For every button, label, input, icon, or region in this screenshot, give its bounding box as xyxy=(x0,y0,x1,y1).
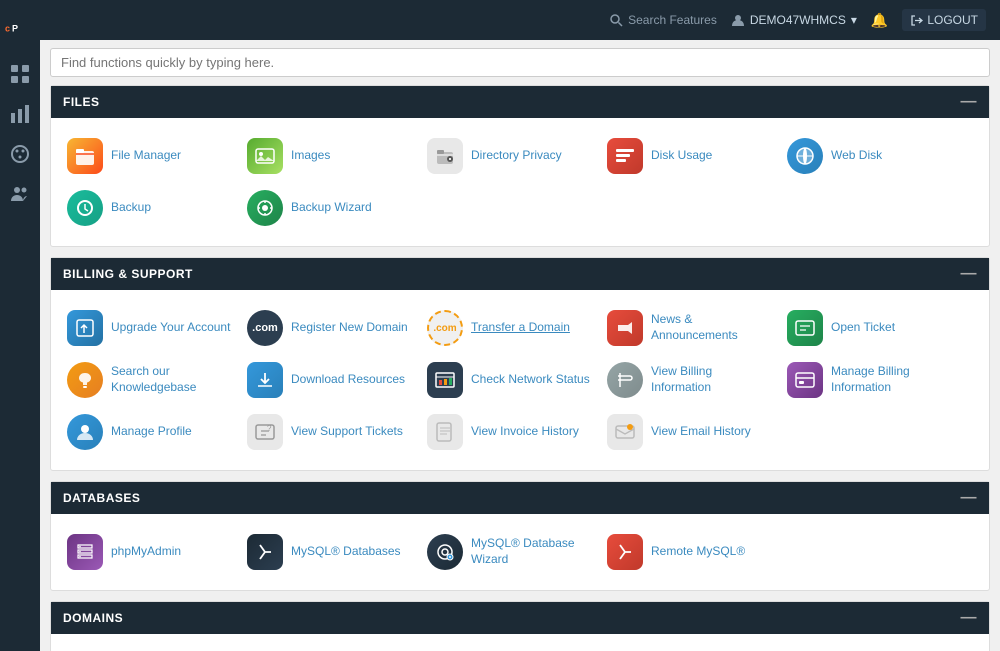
support-tickets-item[interactable]: ? View Support Tickets xyxy=(241,406,421,458)
subdomains-item[interactable]: sub. Subdomains xyxy=(241,646,421,651)
upgrade-account-label: Upgrade Your Account xyxy=(111,320,230,336)
mysql-wizard-item[interactable]: MySQL® Database Wizard xyxy=(421,526,601,578)
remote-mysql-item[interactable]: Remote MySQL® xyxy=(601,526,781,578)
domains-section-header: DOMAINS — xyxy=(51,602,989,634)
email-history-item[interactable]: View Email History xyxy=(601,406,781,458)
svg-text:c: c xyxy=(5,24,10,34)
addon-domains-item[interactable]: .com Addon Domains xyxy=(61,646,241,651)
quick-search-bar xyxy=(40,40,1000,85)
redirects-item[interactable]: .com Redirects xyxy=(601,646,781,651)
domains-section: DOMAINS — .com Addon Domains sub. xyxy=(50,601,990,651)
databases-section: DATABASES — phpMyAdmin MySQL® Databases xyxy=(50,481,990,591)
backup-wizard-label: Backup Wizard xyxy=(291,200,372,216)
zone-editor-item[interactable]: DNS Simple Zone Editor xyxy=(781,646,961,651)
file-manager-label: File Manager xyxy=(111,148,181,164)
disk-usage-label: Disk Usage xyxy=(651,148,712,164)
web-disk-item[interactable]: Web Disk xyxy=(781,130,961,182)
header-user[interactable]: DEMO47WHMCS ▾ xyxy=(731,13,857,27)
sidebar: c P xyxy=(0,0,40,651)
files-section-body: File Manager Images Directory Privacy xyxy=(51,118,989,246)
billing-section-title: BILLING & SUPPORT xyxy=(63,267,193,281)
cpanel-logo: c P xyxy=(2,10,38,46)
register-domain-item[interactable]: .com Register New Domain xyxy=(241,302,421,354)
phpmyadmin-label: phpMyAdmin xyxy=(111,544,181,560)
open-ticket-item[interactable]: Open Ticket xyxy=(781,302,961,354)
files-section-header: FILES — xyxy=(51,86,989,118)
file-manager-item[interactable]: File Manager xyxy=(61,130,241,182)
view-billing-label: View Billing Information xyxy=(651,364,775,395)
invoice-history-label: View Invoice History xyxy=(471,424,579,440)
mysql-label: MySQL® Databases xyxy=(291,544,401,560)
download-resources-item[interactable]: Download Resources xyxy=(241,354,421,406)
header-username: DEMO47WHMCS xyxy=(750,13,846,27)
palette-icon[interactable] xyxy=(4,138,36,170)
transfer-domain-label: Transfer a Domain xyxy=(471,320,570,336)
main-area: Search Features DEMO47WHMCS ▾ 🔔 LOGOUT F… xyxy=(40,0,1000,651)
grid-icon[interactable] xyxy=(4,58,36,90)
header-user-chevron: ▾ xyxy=(851,13,857,27)
billing-collapse-icon[interactable]: — xyxy=(961,265,978,283)
images-item[interactable]: Images xyxy=(241,130,421,182)
svg-text:?: ? xyxy=(267,424,272,433)
header-search[interactable]: Search Features xyxy=(610,13,717,27)
users-icon[interactable] xyxy=(4,178,36,210)
bell-icon[interactable]: 🔔 xyxy=(871,12,888,29)
backup-label: Backup xyxy=(111,200,151,216)
transfer-domain-item[interactable]: .com Transfer a Domain xyxy=(421,302,601,354)
databases-section-title: DATABASES xyxy=(63,491,140,505)
manage-profile-label: Manage Profile xyxy=(111,424,192,440)
header-search-label: Search Features xyxy=(628,13,717,27)
content-area: FILES — File Manager Images xyxy=(40,85,1000,651)
databases-section-body: phpMyAdmin MySQL® Databases MySQL® Datab… xyxy=(51,514,989,590)
svg-text:P: P xyxy=(12,24,18,34)
manage-billing-label: Manage Billing Information xyxy=(831,364,955,395)
news-announcements-item[interactable]: News & Announcements xyxy=(601,302,781,354)
news-label: News & Announcements xyxy=(651,312,775,343)
knowledgebase-label: Search our Knowledgebase xyxy=(111,364,235,395)
register-domain-label: Register New Domain xyxy=(291,320,408,336)
quick-search-input[interactable] xyxy=(50,48,990,77)
domains-section-body: .com Addon Domains sub. Subdomains xyxy=(51,634,989,651)
aliases-item[interactable]: .com ! Aliases xyxy=(421,646,601,651)
logout-button[interactable]: LOGOUT xyxy=(902,9,986,31)
network-status-item[interactable]: Check Network Status xyxy=(421,354,601,406)
files-section: FILES — File Manager Images xyxy=(50,85,990,247)
logout-label: LOGOUT xyxy=(927,13,978,27)
download-resources-label: Download Resources xyxy=(291,372,405,388)
backup-item[interactable]: Backup xyxy=(61,182,241,234)
mysql-wizard-label: MySQL® Database Wizard xyxy=(471,536,595,567)
manage-billing-item[interactable]: Manage Billing Information xyxy=(781,354,961,406)
chart-icon[interactable] xyxy=(4,98,36,130)
directory-privacy-item[interactable]: Directory Privacy xyxy=(421,130,601,182)
directory-privacy-label: Directory Privacy xyxy=(471,148,562,164)
domains-collapse-icon[interactable]: — xyxy=(961,609,978,627)
disk-usage-item[interactable]: Disk Usage xyxy=(601,130,781,182)
billing-support-section: BILLING & SUPPORT — Upgrade Your Account… xyxy=(50,257,990,471)
billing-section-header: BILLING & SUPPORT — xyxy=(51,258,989,290)
invoice-history-item[interactable]: View Invoice History xyxy=(421,406,601,458)
header: Search Features DEMO47WHMCS ▾ 🔔 LOGOUT xyxy=(40,0,1000,40)
view-billing-item[interactable]: View Billing Information xyxy=(601,354,781,406)
remote-mysql-label: Remote MySQL® xyxy=(651,544,745,560)
domains-section-title: DOMAINS xyxy=(63,611,123,625)
open-ticket-label: Open Ticket xyxy=(831,320,895,336)
support-tickets-label: View Support Tickets xyxy=(291,424,403,440)
mysql-item[interactable]: MySQL® Databases xyxy=(241,526,421,578)
web-disk-label: Web Disk xyxy=(831,148,882,164)
images-label: Images xyxy=(291,148,330,164)
network-status-label: Check Network Status xyxy=(471,372,590,388)
phpmyadmin-item[interactable]: phpMyAdmin xyxy=(61,526,241,578)
files-collapse-icon[interactable]: — xyxy=(961,93,978,111)
upgrade-account-item[interactable]: Upgrade Your Account xyxy=(61,302,241,354)
knowledgebase-item[interactable]: Search our Knowledgebase xyxy=(61,354,241,406)
backup-wizard-item[interactable]: Backup Wizard xyxy=(241,182,421,234)
billing-section-body: Upgrade Your Account .com Register New D… xyxy=(51,290,989,470)
databases-section-header: DATABASES — xyxy=(51,482,989,514)
manage-profile-item[interactable]: Manage Profile xyxy=(61,406,241,458)
email-history-label: View Email History xyxy=(651,424,751,440)
databases-collapse-icon[interactable]: — xyxy=(961,489,978,507)
files-section-title: FILES xyxy=(63,95,100,109)
